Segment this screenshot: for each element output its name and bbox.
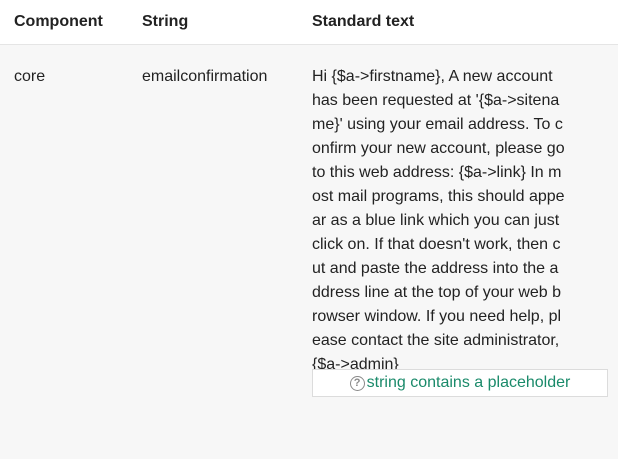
cell-component: core [14,68,46,85]
standard-text-line: ut and paste the address into the a [312,260,559,277]
placeholder-notice-text: string contains a placeholder [366,374,571,391]
strings-table: Component String Standard text core emai… [0,0,618,459]
standard-text-line: ease contact the site administrator, [312,332,560,349]
standard-text-line: Hi {$a->firstname}, A new account [312,68,553,85]
header-standard-text: Standard text [312,13,415,30]
cell-string-id: emailconfirmation [142,68,268,85]
standard-text-line: ost mail programs, this should appe [312,188,565,205]
standard-text-line: onfirm your new account, please go [312,140,565,157]
question-circle-icon[interactable]: ? [349,375,365,391]
standard-text-line: me}' using your email address. To c [312,116,563,133]
standard-text-line: ar as a blue link which you can just [312,212,560,229]
standard-text-line: has been requested at '{$a->sitena [312,92,560,109]
standard-text-line: rowser window. If you need help, pl [312,308,562,325]
standard-text-line: to this web address: {$a->link} In m [312,164,562,181]
table-header-row: Component String Standard text [0,0,618,45]
standard-text-line: click on. If that doesn't work, then c [312,236,561,253]
cell-standard-text: Hi {$a->firstname}, A new account has be… [312,65,612,377]
placeholder-notice[interactable]: ? string contains a placeholder [312,369,608,397]
header-component: Component [14,13,103,30]
standard-text-line: ddress line at the top of your web b [312,284,562,301]
header-string: String [142,13,189,30]
